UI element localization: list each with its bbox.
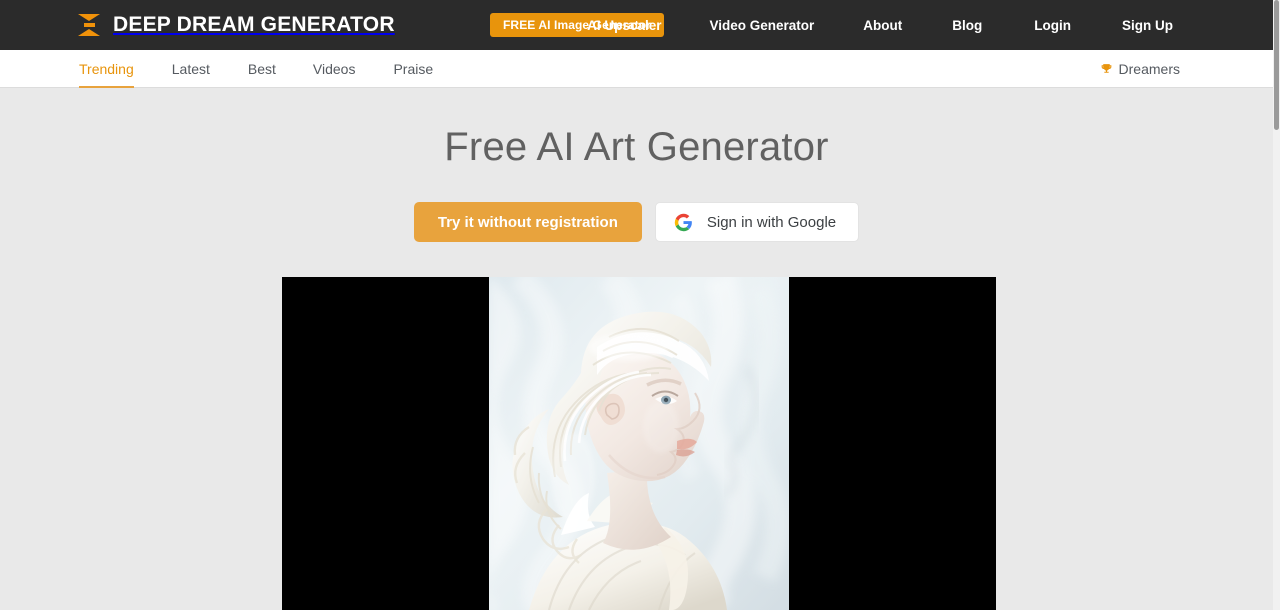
brand-title: DEEP DREAM GENERATOR [113, 13, 395, 36]
secondary-nav: Trending Latest Best Videos Praise Dream… [0, 50, 1273, 88]
trophy-icon [1101, 64, 1111, 73]
tab-videos[interactable]: Videos [313, 50, 356, 88]
google-g-icon [674, 213, 692, 231]
tab-praise[interactable]: Praise [393, 50, 433, 88]
brand-logo-link[interactable]: DEEP DREAM GENERATOR [78, 12, 395, 38]
featured-image-card[interactable] [282, 277, 996, 610]
hourglass-logo-icon [78, 12, 100, 38]
nav-item-ai-upscaler[interactable]: AI Upscaler [587, 18, 661, 33]
tab-trending[interactable]: Trending [79, 50, 134, 88]
dreamers-link[interactable]: Dreamers [1100, 50, 1180, 88]
nav-item-sign-up[interactable]: Sign Up [1122, 18, 1173, 33]
sign-in-with-google-button[interactable]: Sign in with Google [654, 202, 860, 242]
dreamers-label: Dreamers [1118, 61, 1180, 77]
featured-artwork[interactable] [489, 277, 789, 610]
porcelain-portrait-illustration [489, 277, 789, 610]
nav-item-about[interactable]: About [863, 18, 902, 33]
try-without-registration-button[interactable]: Try it without registration [413, 202, 642, 242]
page-scrollbar[interactable] [1273, 0, 1280, 610]
nav-item-login[interactable]: Login [1034, 18, 1071, 33]
primary-nav: AI Upscaler Video Generator About Blog L… [587, 0, 1273, 50]
page-title: Free AI Art Generator [444, 125, 829, 169]
tab-best[interactable]: Best [248, 50, 276, 88]
google-button-label: Sign in with Google [706, 213, 837, 231]
tab-latest[interactable]: Latest [172, 50, 210, 88]
main-content: Free AI Art Generator Try it without reg… [0, 89, 1273, 610]
scrollbar-thumb[interactable] [1274, 0, 1279, 130]
nav-item-video-generator[interactable]: Video Generator [709, 18, 814, 33]
site-header: DEEP DREAM GENERATOR FREE AI Image Gener… [0, 0, 1273, 50]
cta-button-row: Try it without registration Sign in with… [0, 202, 1273, 242]
secondary-nav-tabs: Trending Latest Best Videos Praise [79, 50, 433, 88]
nav-item-blog[interactable]: Blog [952, 18, 982, 33]
